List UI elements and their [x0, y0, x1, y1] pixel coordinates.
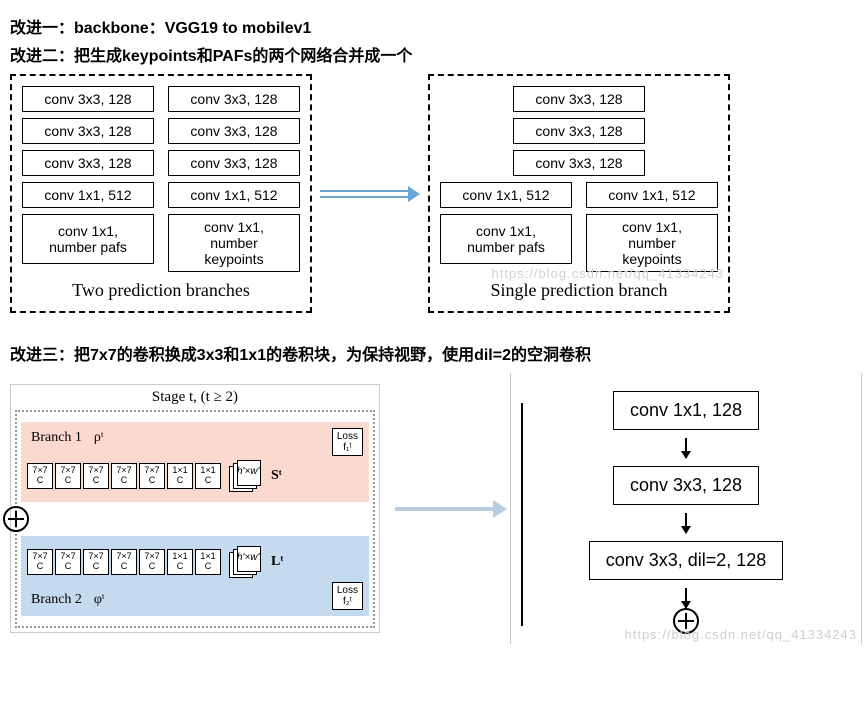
conv-block: conv 1x1, 512 [168, 182, 300, 208]
dim-label: h'×w' [237, 552, 259, 563]
flow-arrow-icon [685, 438, 687, 458]
loss-box-1: Lossf₁ᵗ [332, 428, 363, 456]
conv-block: conv 3x3, 128 [513, 86, 645, 112]
branch-1: Branch 1 ρᵗ Lossf₁ᵗ 7×7C 7×7C 7×7C 7×7C … [21, 422, 369, 502]
flow-diagram: conv 1x1, 128 conv 3x3, 128 conv 3x3, di… [510, 373, 862, 644]
conv-7x7: 7×7C [83, 463, 109, 489]
conv-1x1: 1×1C [167, 463, 193, 489]
single-branch-box: conv 3x3, 128 conv 3x3, 128 conv 3x3, 12… [428, 74, 730, 313]
feature-stack-icon: h'×w' [229, 460, 263, 492]
conv-block: conv 3x3, 128 [22, 86, 154, 112]
two-branches-box: conv 3x3, 128 conv 3x3, 128 conv 3x3, 12… [10, 74, 312, 313]
branch-2: 7×7C 7×7C 7×7C 7×7C 7×7C 1×1C 1×1C h'×w'… [21, 536, 369, 616]
branch-1-symbol: ρᵗ [94, 430, 104, 446]
two-branches-right-col: conv 3x3, 128 conv 3x3, 128 conv 3x3, 12… [168, 86, 300, 272]
flow-arrow-icon [685, 588, 687, 608]
dim-label: h'×w' [237, 466, 259, 477]
conv-block: conv 3x3, 128 [168, 86, 300, 112]
conv-block: conv 3x3, 128 [22, 118, 154, 144]
conv-block: conv 3x3, 128 [168, 150, 300, 176]
conv-block: conv 3x3, 128 [168, 118, 300, 144]
conv-block: conv 1x1, 512 [586, 182, 718, 208]
heading-3: 改进三：把7x7的卷积换成3x3和1x1的卷积块，为保持视野，使用dil=2的空… [10, 341, 864, 365]
two-branches-caption: Two prediction branches [22, 280, 300, 301]
conv-7x7: 7×7C [139, 549, 165, 575]
conv-block: conv 3x3, 128 [22, 150, 154, 176]
conv-block-pafs: conv 1x1,number pafs [22, 214, 154, 264]
arrow-icon [395, 507, 495, 511]
conv-7x7: 7×7C [55, 549, 81, 575]
conv-1x1: 1×1C [167, 549, 193, 575]
conv-block-pafs: conv 1x1,number pafs [440, 214, 572, 264]
two-branches-left-col: conv 3x3, 128 conv 3x3, 128 conv 3x3, 12… [22, 86, 154, 272]
output-l: Lᵗ [271, 554, 283, 570]
conv-block-keypoints: conv 1x1,numberkeypoints [586, 214, 718, 272]
loss-box-2: Lossf₂ᵗ [332, 582, 363, 610]
heading-1: 改进一：backbone：VGG19 to mobilev1 [10, 14, 864, 38]
diagram-row-1: conv 3x3, 128 conv 3x3, 128 conv 3x3, 12… [10, 74, 864, 313]
conv-block-keypoints: conv 1x1,numberkeypoints [168, 214, 300, 272]
conv-block: conv 1x1, 512 [440, 182, 572, 208]
flow-block-3: conv 3x3, dil=2, 128 [589, 541, 784, 580]
feature-stack-icon: h'×w' [229, 546, 263, 578]
conv-block: conv 3x3, 128 [513, 118, 645, 144]
conv-7x7: 7×7C [27, 549, 53, 575]
output-s: Sᵗ [271, 468, 282, 484]
stage-title: Stage t, (t ≥ 2) [15, 389, 375, 406]
branch-1-label: Branch 1 [31, 430, 82, 446]
watermark-text: https://blog.csdn.net/qq_41334243 [625, 627, 858, 642]
conv-block: conv 1x1, 512 [22, 182, 154, 208]
branch-2-symbol: φᵗ [94, 592, 105, 608]
flow-block-1: conv 1x1, 128 [613, 391, 759, 430]
conv-block: conv 3x3, 128 [513, 150, 645, 176]
flow-arrow-icon [685, 513, 687, 533]
conv-7x7: 7×7C [111, 549, 137, 575]
diagram-row-2: Stage t, (t ≥ 2) Branch 1 ρᵗ Lossf₁ᵗ 7×7… [10, 373, 864, 644]
conv-7x7: 7×7C [139, 463, 165, 489]
conv-7x7: 7×7C [55, 463, 81, 489]
conv-7x7: 7×7C [111, 463, 137, 489]
single-branch-caption: Single prediction branch [440, 280, 718, 301]
flow-block-2: conv 3x3, 128 [613, 466, 759, 505]
conv-1x1: 1×1C [195, 549, 221, 575]
conv-7x7: 7×7C [27, 463, 53, 489]
plus-circle-icon [3, 506, 29, 532]
conv-7x7: 7×7C [83, 549, 109, 575]
conv-1x1: 1×1C [195, 463, 221, 489]
arrow-icon [320, 190, 420, 198]
branch-2-label: Branch 2 [31, 592, 82, 608]
heading-2: 改进二：把生成keypoints和PAFs的两个网络合并成一个 [10, 42, 864, 66]
watermark-text: https://blog.csdn.net/qq_41334243 [492, 266, 725, 281]
stage-diagram: Stage t, (t ≥ 2) Branch 1 ρᵗ Lossf₁ᵗ 7×7… [10, 384, 380, 633]
